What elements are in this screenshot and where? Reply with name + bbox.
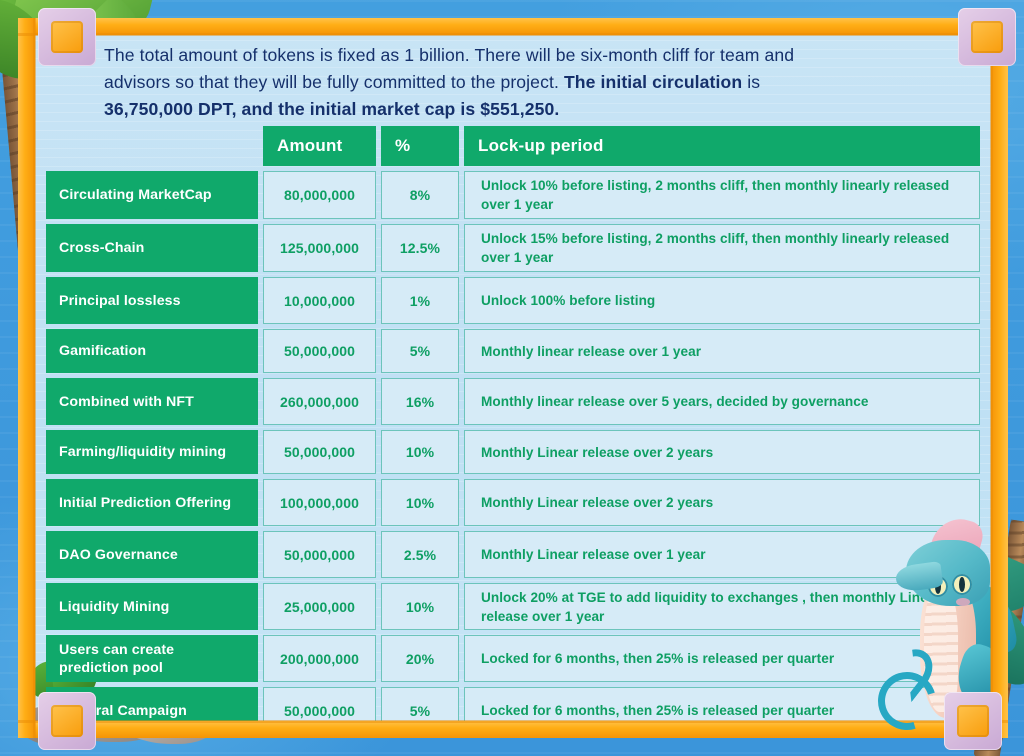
- cell-percent: 1%: [381, 277, 459, 324]
- cell-percent: 2.5%: [381, 531, 459, 578]
- tokenomics-table: Amount % Lock-up period Circulating Mark…: [46, 126, 980, 734]
- intro-highlight: The initial circulation: [563, 72, 743, 92]
- intro-line-2-a: advisors so that they will be fully comm…: [104, 72, 564, 92]
- intro-line-2-b: is: [742, 72, 761, 92]
- intro-line-1: The total amount of tokens is fixed as 1…: [104, 45, 795, 65]
- column-header-lockup: Lock-up period: [464, 126, 980, 166]
- mascot-eye-icon: [952, 574, 972, 595]
- corner-ornament-top-right: [958, 8, 1016, 66]
- cell-percent: 16%: [381, 378, 459, 425]
- corner-ornament-top-left: [38, 8, 96, 66]
- table-header-row: Amount % Lock-up period: [46, 126, 980, 166]
- cell-category: DAO Governance: [46, 531, 258, 578]
- table-row: Liquidity Mining 25,000,000 10% Unlock 2…: [46, 583, 980, 630]
- cell-lockup: Unlock 10% before listing, 2 months clif…: [464, 171, 980, 219]
- cell-percent: 8%: [381, 171, 459, 219]
- cell-lockup: Monthly Linear release over 2 years: [464, 479, 980, 526]
- cell-amount: 25,000,000: [263, 583, 376, 630]
- cell-amount: 50,000,000: [263, 430, 376, 474]
- cell-category: Farming/liquidity mining: [46, 430, 258, 474]
- cell-percent: 10%: [381, 583, 459, 630]
- frame-inner-line: [990, 18, 993, 738]
- table-row: Combined with NFT 260,000,000 16% Monthl…: [46, 378, 980, 425]
- cell-amount: 80,000,000: [263, 171, 376, 219]
- frame-inner-line: [18, 720, 1008, 723]
- column-header-amount: Amount: [263, 126, 376, 166]
- frame-inner-line: [18, 33, 1008, 36]
- frame-inner-line: [33, 18, 36, 738]
- table-row: Cross-Chain 125,000,000 12.5% Unlock 15%…: [46, 224, 980, 272]
- intro-line-3: 36,750,000 DPT, and the initial market c…: [104, 99, 560, 119]
- cell-lockup: Monthly Linear release over 2 years: [464, 430, 980, 474]
- cell-amount: 100,000,000: [263, 479, 376, 526]
- mascot-cheek: [956, 598, 970, 606]
- cell-category: Circulating MarketCap: [46, 171, 258, 219]
- table-row: DAO Governance 50,000,000 2.5% Monthly L…: [46, 531, 980, 578]
- cell-percent: 10%: [381, 479, 459, 526]
- infographic-canvas: The total amount of tokens is fixed as 1…: [0, 0, 1024, 756]
- cell-category: Initial Prediction Offering: [46, 479, 258, 526]
- cell-amount: 10,000,000: [263, 277, 376, 324]
- corner-ornament-bottom-left: [38, 692, 96, 750]
- cell-percent: 10%: [381, 430, 459, 474]
- cell-category: Liquidity Mining: [46, 583, 258, 630]
- cell-amount: 260,000,000: [263, 378, 376, 425]
- cell-category: Gamification: [46, 329, 258, 373]
- cell-percent: 20%: [381, 635, 459, 682]
- table-row: Gamification 50,000,000 5% Monthly linea…: [46, 329, 980, 373]
- intro-line-2: advisors so that they will be fully comm…: [104, 69, 909, 96]
- corner-ornament-bottom-right: [944, 692, 1002, 750]
- frame-right: [991, 18, 1008, 738]
- table-row: Initial Prediction Offering 100,000,000 …: [46, 479, 980, 526]
- table-row: Circulating MarketCap 80,000,000 8% Unlo…: [46, 171, 980, 219]
- cell-amount: 125,000,000: [263, 224, 376, 272]
- cell-category: Cross-Chain: [46, 224, 258, 272]
- table-row: Users can create prediction pool 200,000…: [46, 635, 980, 682]
- frame-bottom: [18, 721, 1008, 738]
- cell-amount: 50,000,000: [263, 531, 376, 578]
- intro-paragraph: The total amount of tokens is fixed as 1…: [104, 42, 909, 123]
- cell-lockup: Unlock 15% before listing, 2 months clif…: [464, 224, 980, 272]
- cell-amount: 200,000,000: [263, 635, 376, 682]
- column-header-name: [46, 126, 258, 166]
- table-row: Farming/liquidity mining 50,000,000 10% …: [46, 430, 980, 474]
- cell-lockup: Unlock 100% before listing: [464, 277, 980, 324]
- cell-percent: 12.5%: [381, 224, 459, 272]
- cell-lockup: Monthly linear release over 1 year: [464, 329, 980, 373]
- cell-percent: 5%: [381, 329, 459, 373]
- column-header-percent: %: [381, 126, 459, 166]
- cell-amount: 50,000,000: [263, 329, 376, 373]
- table-row: Principal lossless 10,000,000 1% Unlock …: [46, 277, 980, 324]
- cell-category: Combined with NFT: [46, 378, 258, 425]
- cell-category: Principal lossless: [46, 277, 258, 324]
- cell-lockup: Monthly linear release over 5 years, dec…: [464, 378, 980, 425]
- cell-category: Users can create prediction pool: [46, 635, 258, 682]
